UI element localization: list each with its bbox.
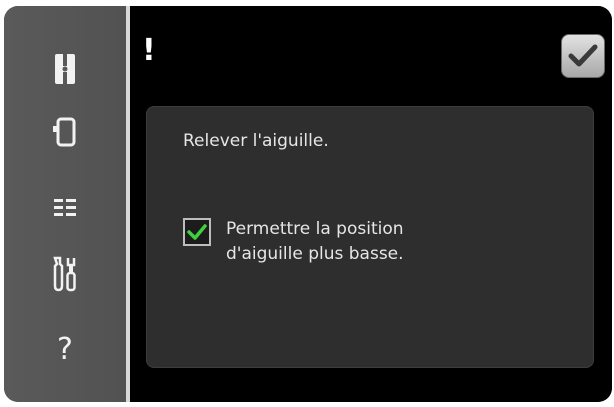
sidebar: ? <box>4 6 126 402</box>
sidebar-item-presser-foot[interactable] <box>4 102 126 162</box>
confirm-button[interactable] <box>561 34 605 78</box>
stitch-list-icon <box>54 199 76 216</box>
lower-needle-option[interactable]: Permettre la position d'aiguille plus ba… <box>183 217 404 267</box>
check-icon <box>187 224 207 240</box>
dialog-panel: Relever l'aiguille. Permettre la positio… <box>146 106 594 368</box>
tools-icon <box>53 256 76 292</box>
presser-foot-icon <box>53 117 76 147</box>
option-label: Permettre la position d'aiguille plus ba… <box>226 217 404 267</box>
option-label-line1: Permettre la position <box>226 219 404 239</box>
checkmark-icon <box>568 44 598 67</box>
alert-icon: ! <box>142 33 156 68</box>
sidebar-item-tools[interactable] <box>4 244 126 304</box>
needle-icon <box>55 54 75 84</box>
device-frame: ? ! Relever l'aiguille. Permettre la pos… <box>4 6 612 402</box>
main-screen: ! Relever l'aiguille. Permettre la posit… <box>130 6 612 402</box>
lower-needle-checkbox[interactable] <box>183 218 211 246</box>
sidebar-item-stitch-list[interactable] <box>4 178 126 238</box>
help-icon: ? <box>57 332 73 367</box>
dialog-message: Relever l'aiguille. <box>183 131 329 151</box>
sidebar-item-help[interactable]: ? <box>4 320 126 380</box>
option-label-line2: d'aiguille plus basse. <box>226 244 404 264</box>
sidebar-item-needle[interactable] <box>4 39 126 99</box>
